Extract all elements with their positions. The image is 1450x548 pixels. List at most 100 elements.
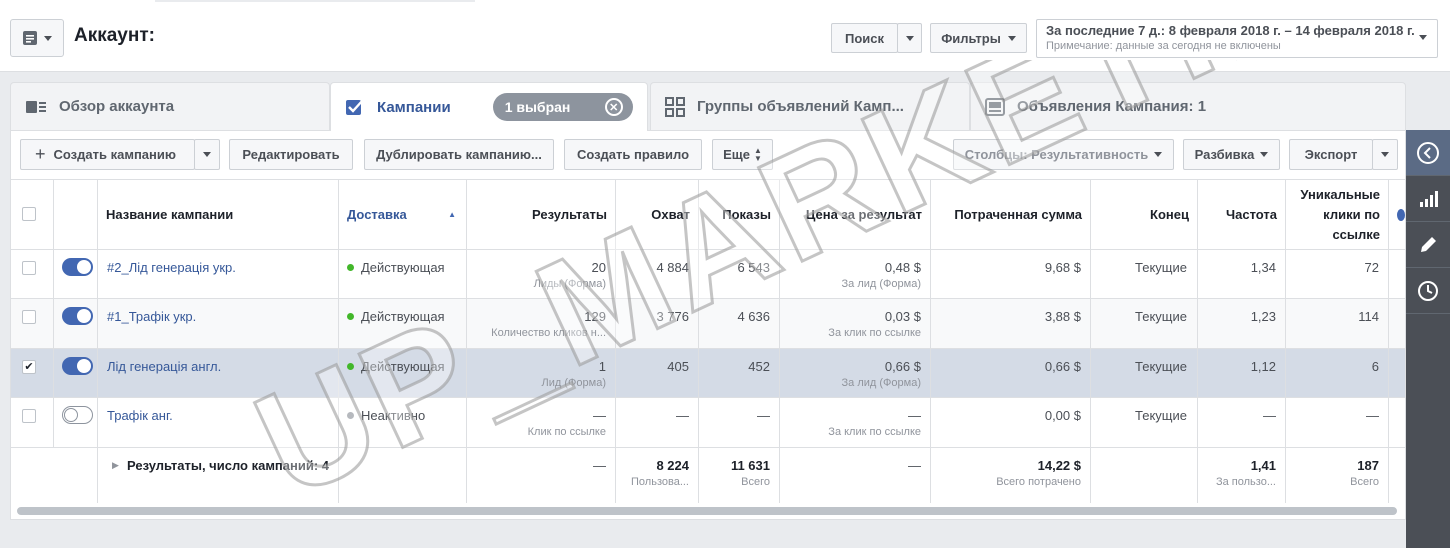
campaign-toggle[interactable]: [62, 307, 93, 325]
account-menu-button[interactable]: [10, 19, 64, 57]
table-row[interactable]: ✔ Лід генерація англ. Действующая 1 Лид (Фор…: [11, 348, 1405, 397]
spent-value: 9,68 $: [1044, 260, 1081, 275]
edit-panel-button[interactable]: [1406, 222, 1450, 268]
unique-clicks-cell: 6: [1285, 349, 1388, 397]
campaign-name-link[interactable]: Трафік анг.: [107, 408, 173, 423]
table-row[interactable]: #1_Трафік укр. Действующая 129 Количество к…: [11, 298, 1405, 348]
clear-selection-icon[interactable]: ✕: [604, 98, 623, 116]
results-value: 1: [598, 359, 606, 374]
export-button[interactable]: Экспорт: [1289, 139, 1373, 170]
more-button[interactable]: Еще ▲ ▼: [712, 139, 773, 170]
row-checkbox[interactable]: [22, 310, 36, 324]
campaign-toggle[interactable]: [62, 406, 93, 424]
grid-icon: [665, 96, 685, 117]
campaign-name-cell: #1_Трафік укр.: [97, 299, 338, 348]
create-campaign-dropdown[interactable]: [194, 139, 220, 170]
results-sub: Количество кликов н...: [491, 327, 606, 339]
campaign-name-link[interactable]: #1_Трафік укр.: [107, 309, 196, 324]
ad-icon: [985, 97, 1005, 116]
table-header: Название кампании Доставка ▲ Результаты …: [11, 179, 1405, 249]
table-row[interactable]: Трафік анг. Неактивно — Клик по ссылке — — — За…: [11, 397, 1405, 447]
end-value: Текущие: [1135, 408, 1187, 423]
create-rule-button[interactable]: Создать правило: [564, 139, 702, 170]
select-all-checkbox[interactable]: [22, 207, 36, 221]
frequency-cell: 1,23: [1197, 299, 1285, 348]
export-dropdown[interactable]: [1372, 139, 1398, 170]
chevron-down-icon: [44, 35, 52, 41]
reach-value: 4 884: [656, 260, 689, 275]
campaign-toggle[interactable]: [62, 258, 93, 276]
campaign-name-link[interactable]: #2_Лід генерація укр.: [107, 260, 236, 275]
create-campaign-button[interactable]: + Создать кампанию: [20, 139, 195, 170]
row-extra-cell: [1388, 299, 1405, 348]
campaign-toggle[interactable]: [62, 357, 93, 375]
results-cell: 129 Количество кликов н...: [466, 299, 615, 348]
date-range-picker[interactable]: За последние 7 д.: 8 февраля 2018 г. – 1…: [1036, 19, 1438, 58]
summary-frequency: 1,41 За пользо...: [1197, 448, 1285, 503]
duplicate-campaign-button[interactable]: Дублировать кампанию...: [364, 139, 554, 170]
cost-sub: За клик по ссылке: [828, 327, 921, 339]
cost-value: 0,66 $: [884, 359, 921, 374]
summary-impressions: 11 631 Всего: [698, 448, 779, 503]
row-checkbox[interactable]: [22, 261, 36, 275]
header-delivery[interactable]: Доставка ▲: [338, 180, 466, 249]
summary-spent-value: 14,22 $: [1037, 458, 1081, 473]
table-row[interactable]: #2_Лід генерація укр. Действующая 20 Лиды (…: [11, 249, 1405, 298]
delivery-label: Действующая: [361, 309, 445, 324]
summary-unique-clicks-value: 187: [1357, 458, 1379, 473]
tab-ads[interactable]: Объявления Кампания: 1: [970, 82, 1406, 130]
filters-button[interactable]: Фильтры: [930, 23, 1027, 53]
header-name[interactable]: Название кампании: [97, 180, 338, 249]
delivery-label: Неактивно: [361, 408, 426, 423]
header-unique-clicks[interactable]: Уникальные клики по ссылке: [1285, 180, 1388, 249]
edit-button[interactable]: Редактировать: [229, 139, 353, 170]
row-checkbox[interactable]: [22, 409, 36, 423]
header-amount-spent[interactable]: Потраченная сумма: [930, 180, 1090, 249]
tab-account-overview[interactable]: Обзор аккаунта: [10, 82, 330, 130]
summary-frequency-value: 1,41: [1250, 458, 1276, 473]
header-cost-per-result[interactable]: Цена за результат: [779, 180, 930, 249]
delivery-cell: Действующая: [338, 299, 466, 348]
unique-clicks-cell: 72: [1285, 250, 1388, 298]
campaign-name-link[interactable]: Лід генерація англ.: [107, 359, 221, 374]
row-checkbox[interactable]: ✔: [22, 360, 36, 374]
end-value: Текущие: [1135, 359, 1187, 374]
summary-frequency-sub: За пользо...: [1215, 476, 1276, 488]
horizontal-scrollbar[interactable]: [17, 507, 1397, 515]
spent-cell: 3,88 $: [930, 299, 1090, 348]
status-dot: [347, 363, 354, 370]
row-extra-cell: [1388, 349, 1405, 397]
tab-campaigns[interactable]: Кампании 1 выбран ✕: [330, 82, 648, 131]
summary-results: —: [466, 448, 615, 503]
cost-cell: 0,48 $ За лид (Форма): [779, 250, 930, 298]
collapse-panel-button[interactable]: [1406, 130, 1450, 176]
selected-count-badge[interactable]: 1 выбран ✕: [492, 93, 633, 121]
breakdown-button[interactable]: Разбивка: [1183, 139, 1280, 170]
search-button[interactable]: Поиск: [831, 23, 898, 53]
search-dropdown-button[interactable]: [897, 23, 922, 53]
row-toggle-cell: [53, 299, 97, 348]
header-results[interactable]: Результаты: [466, 180, 615, 249]
header-frequency[interactable]: Частота: [1197, 180, 1285, 249]
tab-ad-sets[interactable]: Группы объявлений Камп...: [650, 82, 970, 130]
unique-clicks-cell: —: [1285, 398, 1388, 447]
add-column-icon[interactable]: [1397, 208, 1405, 221]
header-reach[interactable]: Охват: [615, 180, 698, 249]
unique-clicks-value: 6: [1371, 359, 1379, 374]
history-button[interactable]: [1406, 268, 1450, 314]
summary-cost-value: —: [908, 458, 921, 473]
columns-button[interactable]: Столбцы: Результативность: [953, 139, 1174, 170]
summary-label-cell[interactable]: ▶ Результаты, число кампаний: 4: [97, 448, 338, 503]
clock-icon: [1418, 280, 1438, 301]
reach-value: —: [676, 408, 689, 423]
impressions-cell: 6 543: [698, 250, 779, 298]
summary-impressions-sub: Всего: [741, 476, 770, 488]
toggle-knob: [77, 260, 91, 274]
header-impressions[interactable]: Показы: [698, 180, 779, 249]
header-delivery-label: Доставка: [347, 207, 407, 222]
results-cell: — Клик по ссылке: [466, 398, 615, 447]
summary-row: ▶ Результаты, число кампаний: 4 — 8 224 П…: [11, 447, 1405, 503]
results-value: 20: [591, 260, 606, 275]
charts-button[interactable]: [1406, 176, 1450, 222]
header-end[interactable]: Конец: [1090, 180, 1197, 249]
